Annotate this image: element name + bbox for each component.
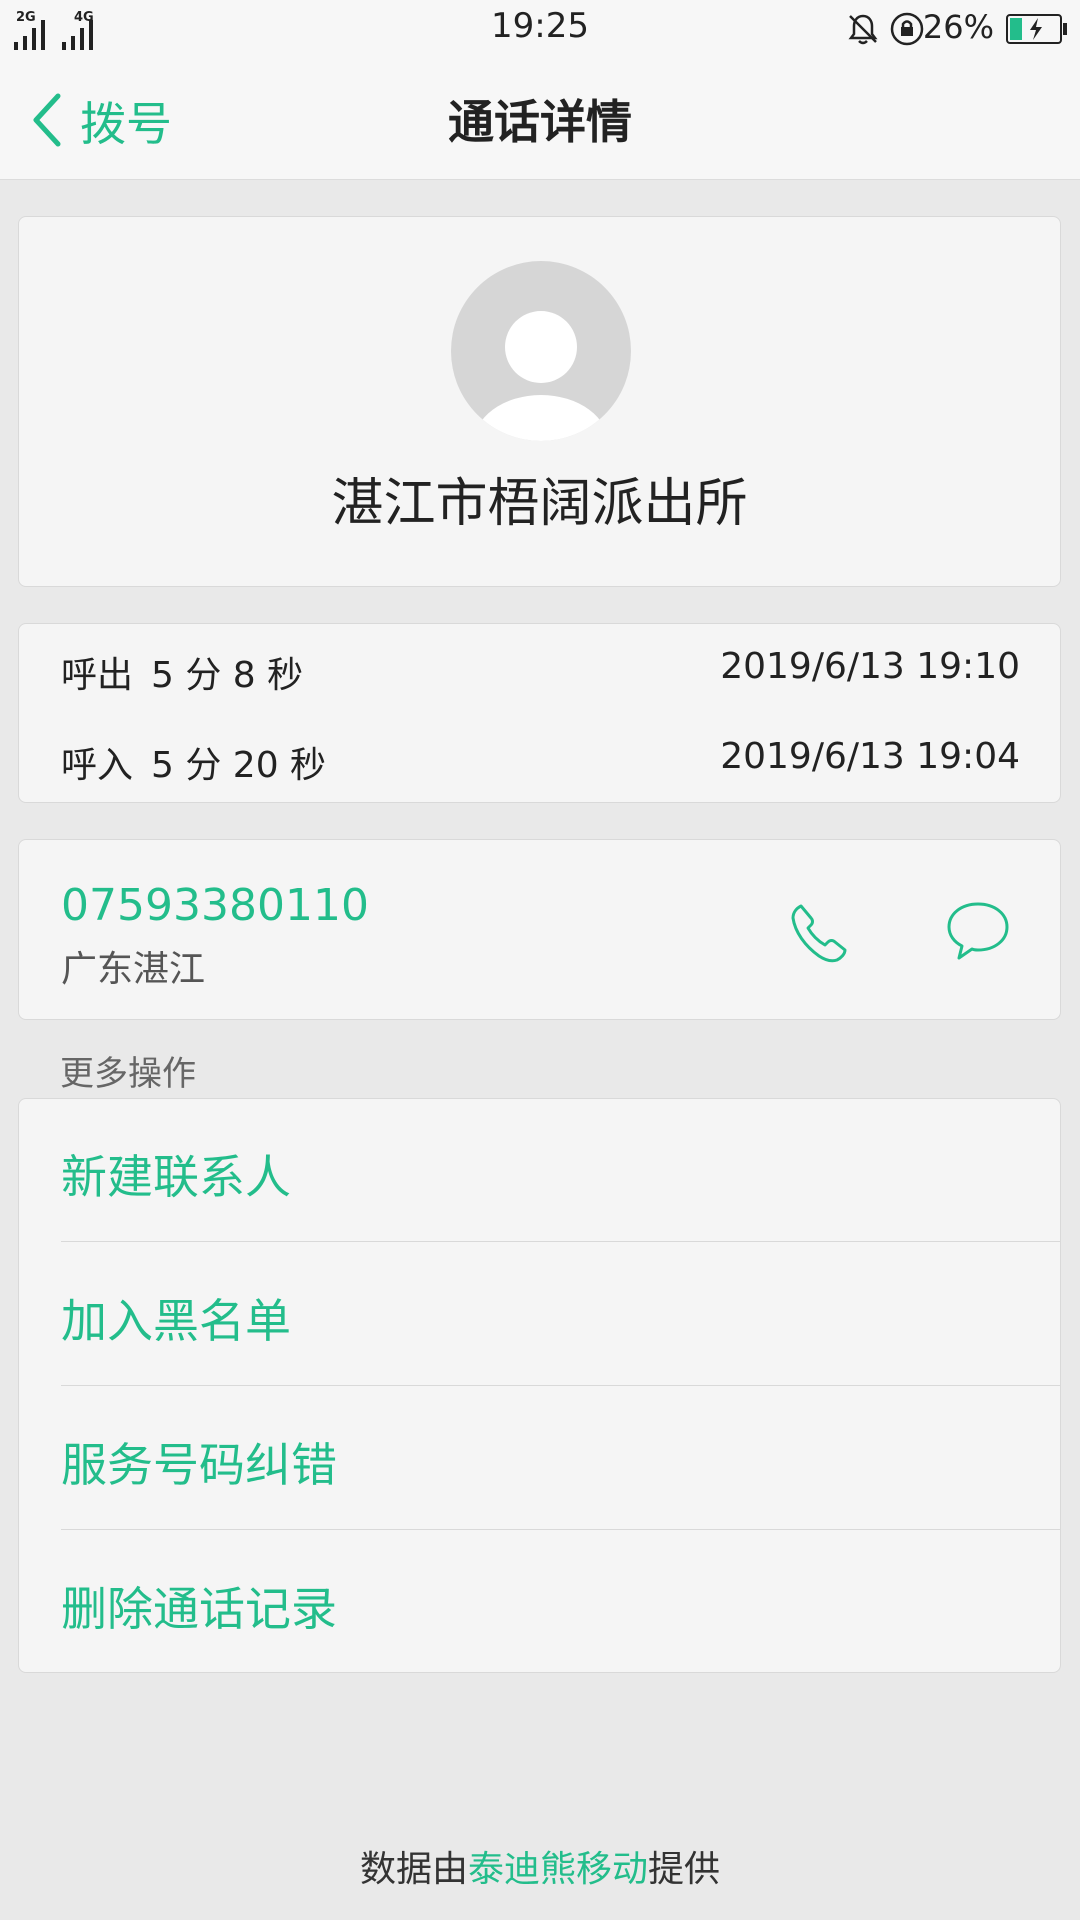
battery-percent: 26%: [922, 8, 994, 46]
call-time: 2019/6/13 19:10: [720, 646, 1020, 687]
page-title: 通话详情: [448, 95, 632, 149]
call-type: 呼出: [61, 655, 134, 696]
call-duration: 5 分 8 秒: [151, 655, 304, 696]
battery-charging-icon: [1006, 14, 1067, 44]
more-actions-card: 新建联系人 加入黑名单 服务号码纠错 删除通话记录: [18, 1098, 1061, 1673]
phone-number-card: 07593380110 广东湛江: [18, 839, 1061, 1020]
avatar-body: [473, 395, 609, 441]
call-history-card: 呼出 5 分 8 秒 2019/6/13 19:10 呼入 5 分 20 秒 2…: [18, 623, 1061, 803]
call-record-row: 呼出 5 分 8 秒 2019/6/13 19:10: [61, 646, 1020, 696]
contact-card: 湛江市梧阔派出所: [18, 216, 1061, 587]
call-type: 呼入: [61, 745, 134, 786]
action-label: 新建联系人: [61, 1150, 291, 1204]
add-to-blacklist-button[interactable]: 加入黑名单: [61, 1243, 1060, 1386]
more-actions-title: 更多操作: [60, 1054, 196, 1094]
call-duration: 5 分 20 秒: [151, 745, 327, 786]
status-right-group: 26%: [838, 6, 1068, 50]
data-source-footer: 数据由泰迪熊移动提供: [0, 1840, 1080, 1892]
phone-number[interactable]: 07593380110: [61, 880, 369, 931]
mute-bell-icon: [848, 14, 878, 45]
call-record-row: 呼入 5 分 20 秒 2019/6/13 19:04: [61, 736, 1020, 786]
nav-bar: 拨号 通话详情: [0, 56, 1080, 180]
footer-suffix: 提供: [648, 1849, 721, 1890]
call-time: 2019/6/13 19:04: [720, 736, 1020, 777]
phone-location: 广东湛江: [61, 949, 206, 990]
footer-brand-link[interactable]: 泰迪熊移动: [468, 1849, 648, 1890]
delete-call-record-button[interactable]: 删除通话记录: [61, 1531, 1060, 1674]
contact-name: 湛江市梧阔派出所: [331, 474, 748, 534]
action-label: 删除通话记录: [61, 1582, 337, 1636]
footer-prefix: 数据由: [359, 1849, 468, 1890]
action-label: 加入黑名单: [61, 1294, 291, 1348]
avatar: [451, 261, 631, 441]
action-label: 服务号码纠错: [61, 1438, 337, 1492]
phone-call-icon[interactable]: [785, 898, 855, 968]
rotation-lock-icon: [890, 12, 924, 46]
correct-service-number-button[interactable]: 服务号码纠错: [61, 1387, 1060, 1530]
message-icon[interactable]: [943, 896, 1013, 966]
status-bar: 2G 4G 19:25 26%: [0, 0, 1080, 56]
avatar-head: [505, 311, 577, 383]
new-contact-button[interactable]: 新建联系人: [61, 1099, 1060, 1242]
